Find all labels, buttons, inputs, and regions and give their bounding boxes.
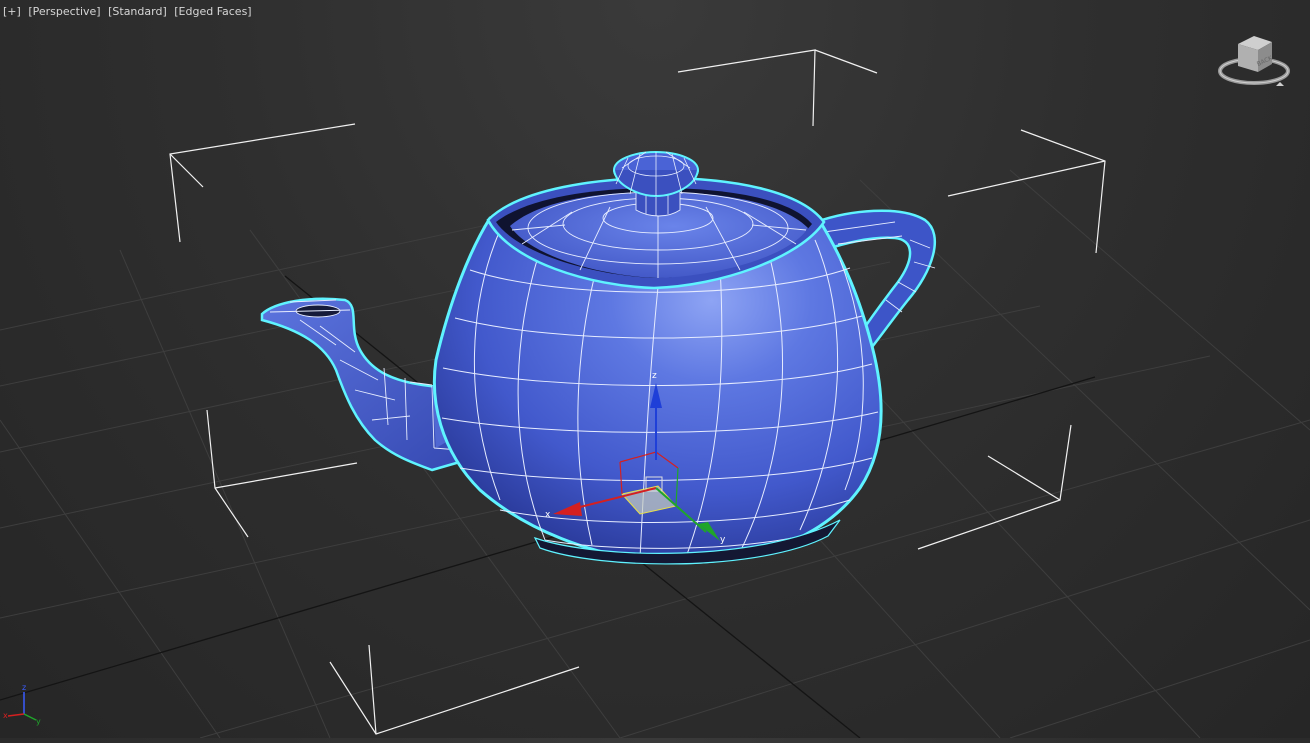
viewport-point-of-view-menu[interactable]: [Perspective] [28, 5, 100, 18]
viewport-shading-menu[interactable]: [Standard] [108, 5, 167, 18]
mini-axis-z: z [22, 683, 26, 692]
viewcube-icon[interactable]: BACK [1214, 30, 1294, 94]
gizmo-y-label: y [720, 535, 726, 545]
mini-axis-x: x [3, 711, 8, 720]
perspective-viewport[interactable]: z x y [0, 0, 1310, 739]
world-axis-icon: z x y [0, 680, 50, 730]
viewport-label-menu: [+] [Perspective] [Standard] [Edged Face… [3, 5, 256, 18]
viewport-canvas[interactable]: z x y [0, 0, 1310, 739]
gizmo-z-label: z [652, 371, 657, 381]
gizmo-x-label: x [545, 510, 551, 520]
viewport-general-menu[interactable]: [+] [3, 5, 21, 18]
viewport-edged-faces-menu[interactable]: [Edged Faces] [174, 5, 251, 18]
mini-axis-y: y [36, 717, 41, 726]
